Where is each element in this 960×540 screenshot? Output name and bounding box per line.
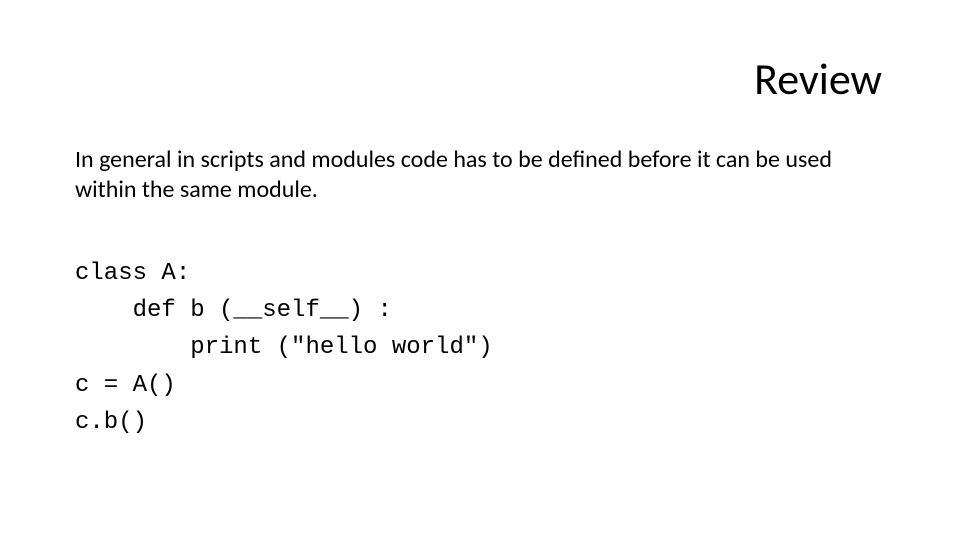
code-example: class A: def b (__self__) : print ("hell… — [75, 255, 493, 441]
code-line-2: def b (__self__) : — [75, 297, 392, 324]
slide: Review In general in scripts and modules… — [0, 0, 960, 540]
body-paragraph: In general in scripts and modules code h… — [75, 145, 882, 205]
code-line-1: class A: — [75, 260, 190, 287]
code-line-3: print ("hello world") — [75, 334, 493, 361]
code-line-4: c = A() — [75, 372, 176, 399]
slide-title: Review — [754, 52, 882, 106]
code-line-5: c.b() — [75, 409, 147, 436]
